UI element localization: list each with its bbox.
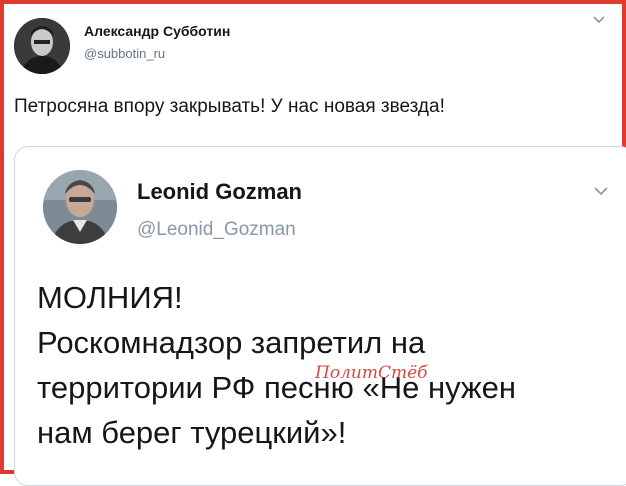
quoted-text-line: Роскомнадзор запретил на xyxy=(37,325,426,360)
outer-author-handle[interactable]: @subbotin_ru xyxy=(84,46,165,61)
user-avatar-icon xyxy=(43,170,117,244)
outer-author-name[interactable]: Александр Субботин xyxy=(84,23,230,39)
quoted-author-avatar[interactable] xyxy=(43,170,117,244)
quoted-author-name[interactable]: Leonid Gozman xyxy=(137,179,302,205)
quoted-author-handle[interactable]: @Leonid_Gozman xyxy=(137,219,296,241)
quoted-tweet-card[interactable]: Leonid Gozman @Leonid_Gozman МОЛНИЯ! Рос… xyxy=(14,146,626,486)
outer-author-avatar[interactable] xyxy=(14,18,70,74)
user-avatar-icon xyxy=(14,18,70,74)
chevron-down-icon[interactable] xyxy=(590,10,608,28)
chevron-down-icon[interactable] xyxy=(593,185,609,197)
quoted-text-line: МОЛНИЯ! xyxy=(37,280,183,315)
watermark: ПолитСтёб xyxy=(315,363,428,383)
screenshot-frame: Александр Субботин @subbotin_ru Петросян… xyxy=(0,0,626,486)
quoted-text-line: нам берег турецкий»! xyxy=(37,415,347,450)
outer-tweet-text: Петросяна впору закрывать! У нас новая з… xyxy=(14,96,445,117)
